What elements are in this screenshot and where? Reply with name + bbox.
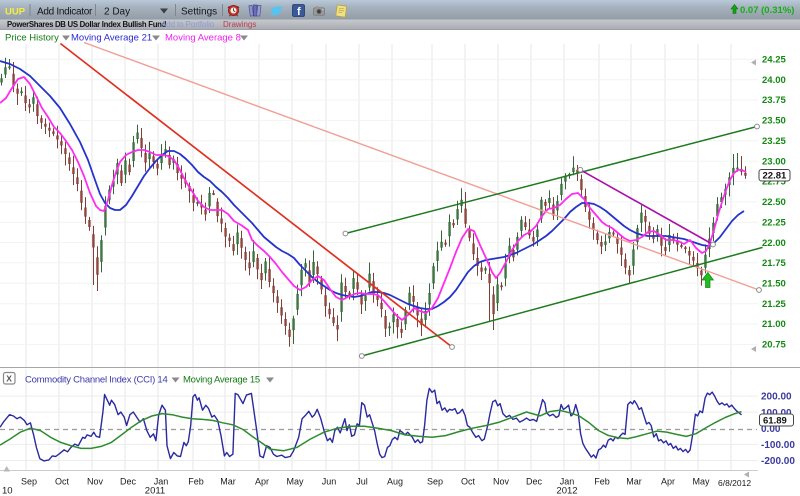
svg-text:0.07 (0.31%): 0.07 (0.31%) bbox=[740, 5, 794, 16]
svg-text:22.50: 22.50 bbox=[762, 197, 786, 208]
svg-text:Add to Portfolio: Add to Portfolio bbox=[161, 20, 215, 29]
svg-text:Mar: Mar bbox=[220, 477, 236, 487]
svg-text:22.00: 22.00 bbox=[762, 238, 786, 249]
svg-text:22.25: 22.25 bbox=[762, 217, 786, 228]
svg-text:2 Day: 2 Day bbox=[104, 7, 130, 18]
svg-text:Price History: Price History bbox=[5, 33, 59, 44]
svg-text:21.50: 21.50 bbox=[762, 279, 786, 290]
svg-text:Jul: Jul bbox=[356, 477, 368, 487]
svg-text:21.00: 21.00 bbox=[762, 319, 786, 330]
svg-text:Sep: Sep bbox=[427, 477, 443, 487]
svg-text:21.75: 21.75 bbox=[762, 258, 786, 269]
svg-text:Jun: Jun bbox=[322, 477, 337, 487]
svg-text:22.81: 22.81 bbox=[763, 171, 787, 182]
svg-text:Nov: Nov bbox=[87, 477, 104, 487]
svg-text:23.75: 23.75 bbox=[762, 95, 786, 106]
svg-text:24.00: 24.00 bbox=[762, 75, 786, 86]
svg-text:23.25: 23.25 bbox=[762, 136, 786, 147]
svg-text:20.75: 20.75 bbox=[762, 340, 786, 351]
svg-text:2011: 2011 bbox=[145, 486, 165, 496]
svg-text:61.89: 61.89 bbox=[763, 416, 787, 427]
svg-text:Add Indicator: Add Indicator bbox=[37, 7, 93, 18]
svg-text:Dec: Dec bbox=[120, 477, 137, 487]
svg-text:Aug: Aug bbox=[387, 477, 403, 487]
svg-text:Feb: Feb bbox=[188, 477, 204, 487]
svg-text:Feb: Feb bbox=[594, 477, 610, 487]
svg-text:Apr: Apr bbox=[661, 477, 675, 487]
svg-text:PowerShares DB US Dollar Index: PowerShares DB US Dollar Index Bullish F… bbox=[7, 20, 167, 29]
svg-text:24.25: 24.25 bbox=[762, 55, 786, 66]
svg-text:Moving Average 21: Moving Average 21 bbox=[71, 33, 152, 44]
svg-text:Oct: Oct bbox=[55, 477, 70, 487]
svg-text:Apr: Apr bbox=[255, 477, 269, 487]
svg-text:23.00: 23.00 bbox=[762, 156, 786, 167]
svg-text:Moving Average 15: Moving Average 15 bbox=[183, 375, 260, 386]
svg-text:Moving Average 8: Moving Average 8 bbox=[165, 33, 241, 44]
svg-text:Settings: Settings bbox=[181, 7, 217, 18]
svg-text:23.50: 23.50 bbox=[762, 116, 786, 127]
svg-text:Oct: Oct bbox=[461, 477, 476, 487]
svg-text:2012: 2012 bbox=[556, 486, 577, 496]
svg-text:Nov: Nov bbox=[493, 477, 510, 487]
svg-text:Dec: Dec bbox=[526, 477, 543, 487]
svg-text:-200.00: -200.00 bbox=[761, 456, 795, 467]
svg-text:May: May bbox=[286, 477, 304, 487]
svg-text:21.25: 21.25 bbox=[762, 299, 786, 310]
svg-text:200.00: 200.00 bbox=[761, 392, 792, 403]
svg-text:10: 10 bbox=[2, 486, 13, 496]
svg-text:6/8/2012: 6/8/2012 bbox=[718, 478, 751, 488]
svg-text:Drawings: Drawings bbox=[223, 20, 256, 29]
svg-text:f: f bbox=[297, 6, 301, 18]
svg-text:Sep: Sep bbox=[21, 477, 37, 487]
svg-text:Commodity Channel Index (CCI): Commodity Channel Index (CCI) 14 bbox=[25, 375, 167, 386]
svg-text:May: May bbox=[692, 477, 710, 487]
svg-text:UUP: UUP bbox=[5, 6, 26, 17]
svg-text:Mar: Mar bbox=[626, 477, 642, 487]
svg-text:X: X bbox=[6, 374, 12, 384]
svg-text:-100.00: -100.00 bbox=[761, 440, 795, 451]
